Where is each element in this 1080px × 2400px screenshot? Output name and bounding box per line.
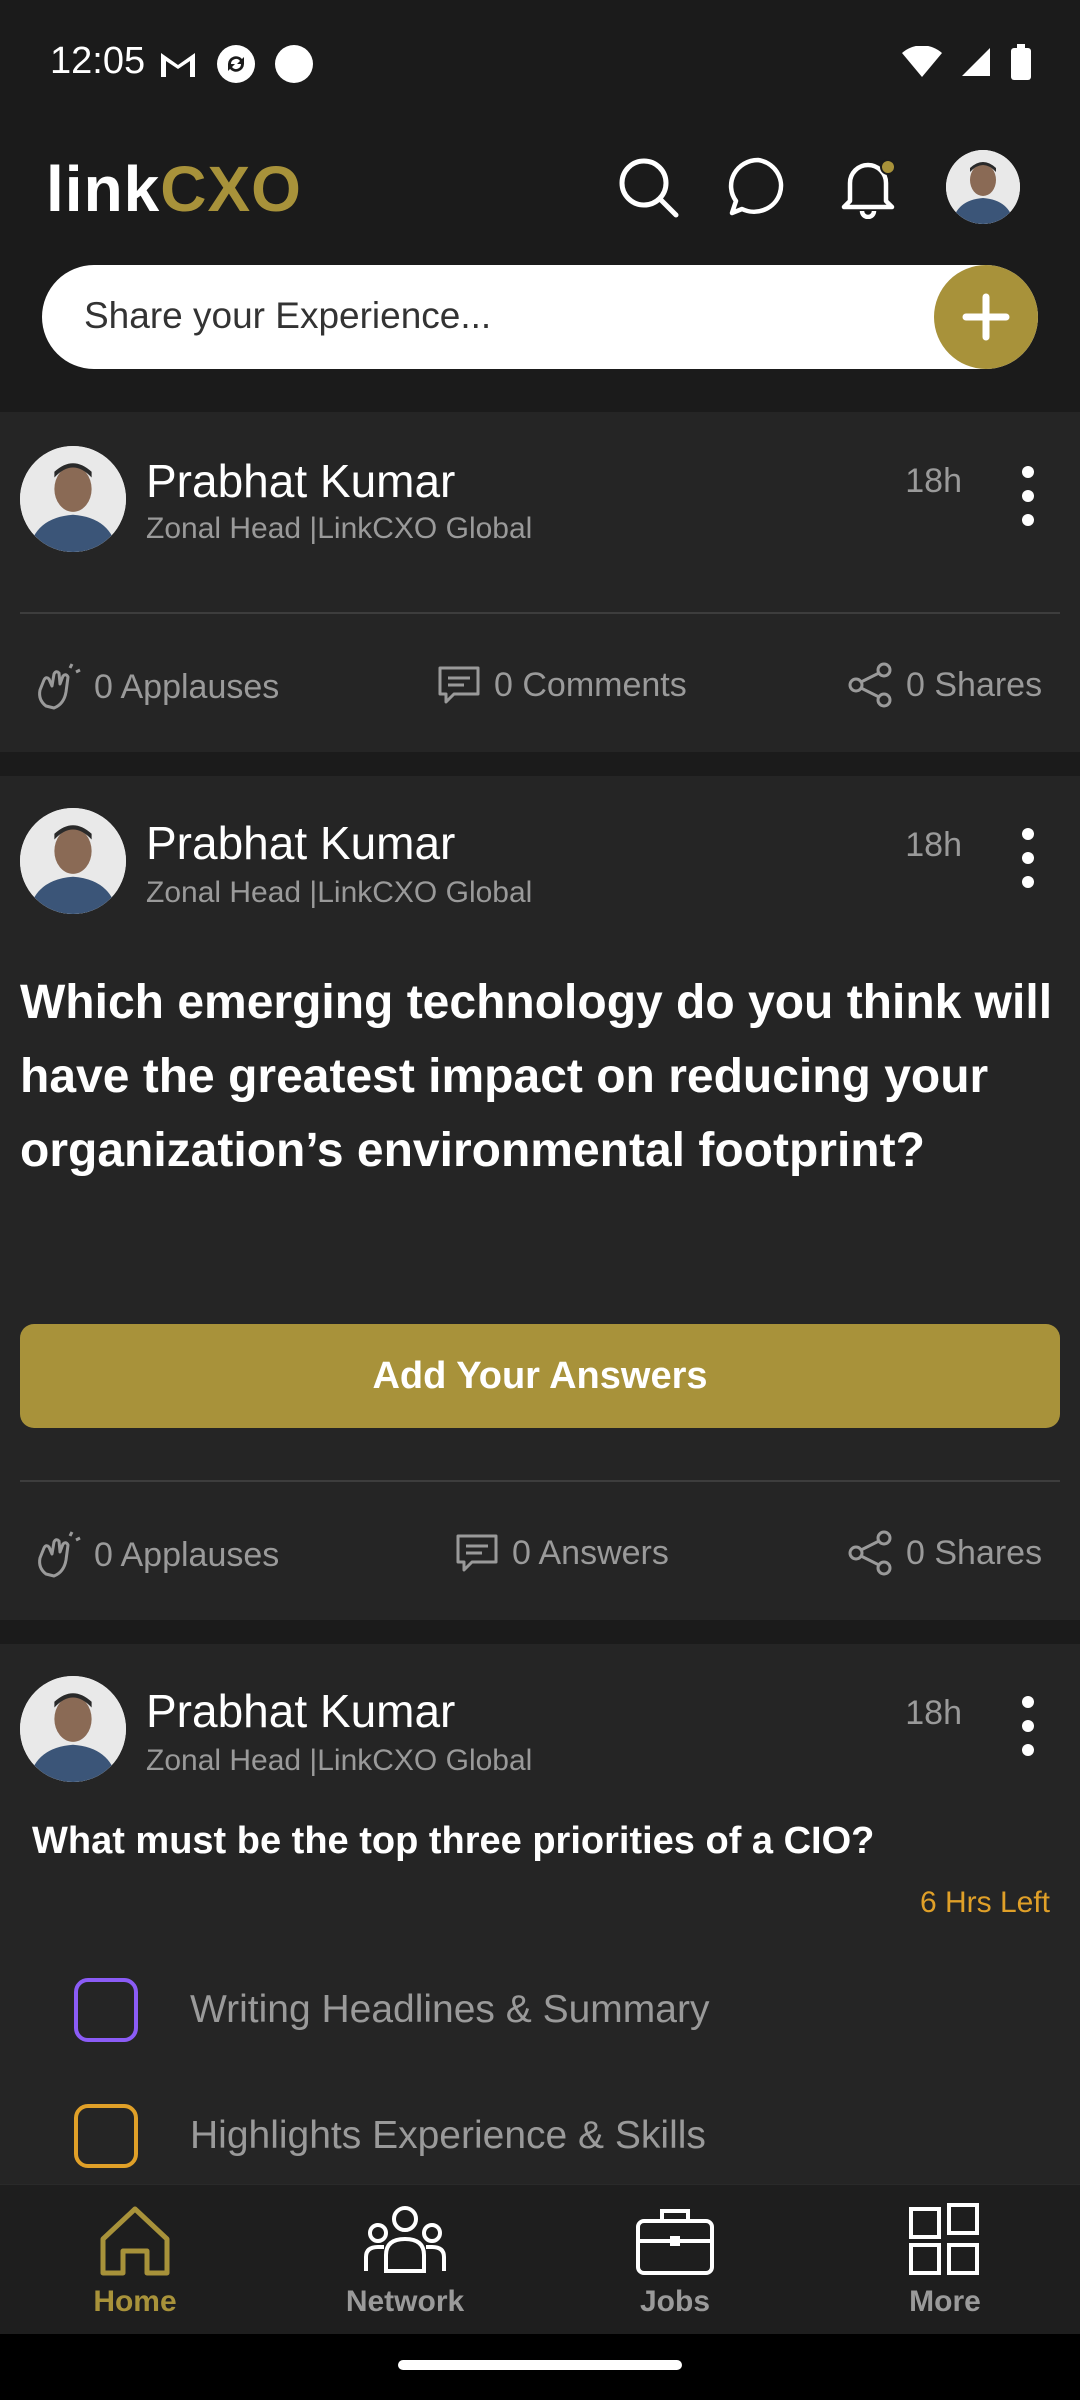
home-icon [100,2206,170,2276]
post-more-button[interactable] [1008,1696,1048,1756]
post-time: 18h [905,462,962,500]
answers-button[interactable]: 0 Answers [454,1530,669,1576]
logo-link-text: link [46,153,161,225]
status-notifications [158,44,314,84]
app-header: linkCXO Share your Experience... [0,130,1080,410]
share-count: 0 Shares [906,1533,1043,1572]
gmail-icon [161,53,195,77]
share-icon [848,1530,892,1576]
sync-app-icon [217,45,255,83]
author-name[interactable]: Prabhat Kumar [146,454,455,508]
nav-home-label: Home [93,2285,177,2318]
applause-button[interactable]: 0 Applauses [32,662,279,712]
author-title: Zonal Head |LinkCXO Global [146,512,533,545]
post-card: Prabhat Kumar Zonal Head |LinkCXO Global… [0,412,1080,752]
author-avatar[interactable] [20,446,126,552]
applause-button[interactable]: 0 Applauses [32,1530,279,1580]
person-avatar-icon [20,446,126,552]
person-avatar-icon [20,808,126,914]
question-card: Prabhat Kumar Zonal Head |LinkCXO Global… [0,776,1080,1620]
network-icon [364,2206,446,2273]
checkbox[interactable] [74,1978,138,2042]
checkbox[interactable] [74,2104,138,2168]
comment-count: 0 Comments [494,665,687,704]
clap-icon [38,1531,81,1578]
poll-option[interactable]: Writing Headlines & Summary [74,1978,709,2042]
share-placeholder: Share your Experience... [84,295,492,336]
add-post-button[interactable] [934,265,1038,369]
nav-network-label: Network [345,2285,465,2318]
nav-network[interactable]: Network [305,2203,505,2319]
status-bar: 12:05 [0,0,1080,130]
post-time: 18h [905,1694,962,1732]
poll-option[interactable]: Highlights Experience & Skills [74,2104,706,2168]
search-button[interactable] [616,155,680,219]
clap-icon [38,663,81,710]
nav-more-label: More [909,2285,981,2318]
applause-count: 0 Applauses [94,667,280,706]
plus-icon [962,293,1010,341]
messages-button[interactable] [726,155,790,219]
poll-question: What must be the top three priorities of… [32,1820,875,1862]
person-avatar-icon [946,150,1020,224]
comments-button[interactable]: 0 Comments [436,662,687,708]
poll-time-left: 6 Hrs Left [919,1886,1050,1919]
divider [20,612,1060,614]
status-system-icons [902,44,1032,80]
person-avatar-icon [20,1676,126,1782]
author-name[interactable]: Prabhat Kumar [146,816,455,870]
signal-icon [962,48,990,76]
nav-jobs-label: Jobs [639,2285,711,2318]
comment-icon [438,666,480,704]
applause-count: 0 Applauses [94,1535,280,1574]
share-experience-input[interactable]: Share your Experience... [42,265,1038,369]
author-title: Zonal Head |LinkCXO Global [146,1744,533,1777]
poll-option-label: Writing Headlines & Summary [190,1988,710,2031]
search-icon [619,158,679,218]
dot-notification-icon [275,45,313,83]
share-button[interactable]: 0 Shares [848,662,1042,708]
gesture-area [0,2334,1080,2400]
briefcase-icon [636,2209,714,2275]
notification-dot [880,159,896,175]
divider [20,1480,1060,1482]
author-avatar[interactable] [20,808,126,914]
linkcxo-logo[interactable]: linkCXO [46,152,302,226]
profile-avatar[interactable] [946,150,1020,224]
grid-icon [909,2203,979,2275]
post-more-button[interactable] [1008,828,1048,888]
question-text: Which emerging technology do you think w… [20,976,1053,1177]
comment-icon [456,1534,498,1572]
logo-cxo-text: CXO [160,153,302,225]
battery-icon [1011,44,1031,80]
header-actions [616,150,1020,224]
status-time: 12:05 [50,40,146,82]
wifi-icon [902,46,942,77]
post-more-button[interactable] [1008,466,1048,526]
nav-jobs[interactable]: Jobs [575,2203,775,2319]
poll-option-label: Highlights Experience & Skills [190,2114,706,2157]
chat-bubble-icon [728,157,784,216]
answer-count: 0 Answers [512,1533,669,1572]
share-button[interactable]: 0 Shares [848,1530,1042,1576]
gesture-bar[interactable] [398,2360,682,2370]
share-icon [848,662,892,708]
notifications-button[interactable] [836,155,900,219]
author-avatar[interactable] [20,1676,126,1782]
nav-home[interactable]: Home [35,2203,235,2319]
share-count: 0 Shares [906,665,1043,704]
bottom-navigation: Home Network Jobs More [0,2184,1080,2334]
poll-card: Prabhat Kumar Zonal Head |LinkCXO Global… [0,1644,1080,2184]
author-name[interactable]: Prabhat Kumar [146,1684,455,1738]
author-title: Zonal Head |LinkCXO Global [146,876,533,909]
post-time: 18h [905,826,962,864]
add-answers-button[interactable]: Add Your Answers [20,1324,1060,1428]
nav-more[interactable]: More [845,2203,1045,2319]
